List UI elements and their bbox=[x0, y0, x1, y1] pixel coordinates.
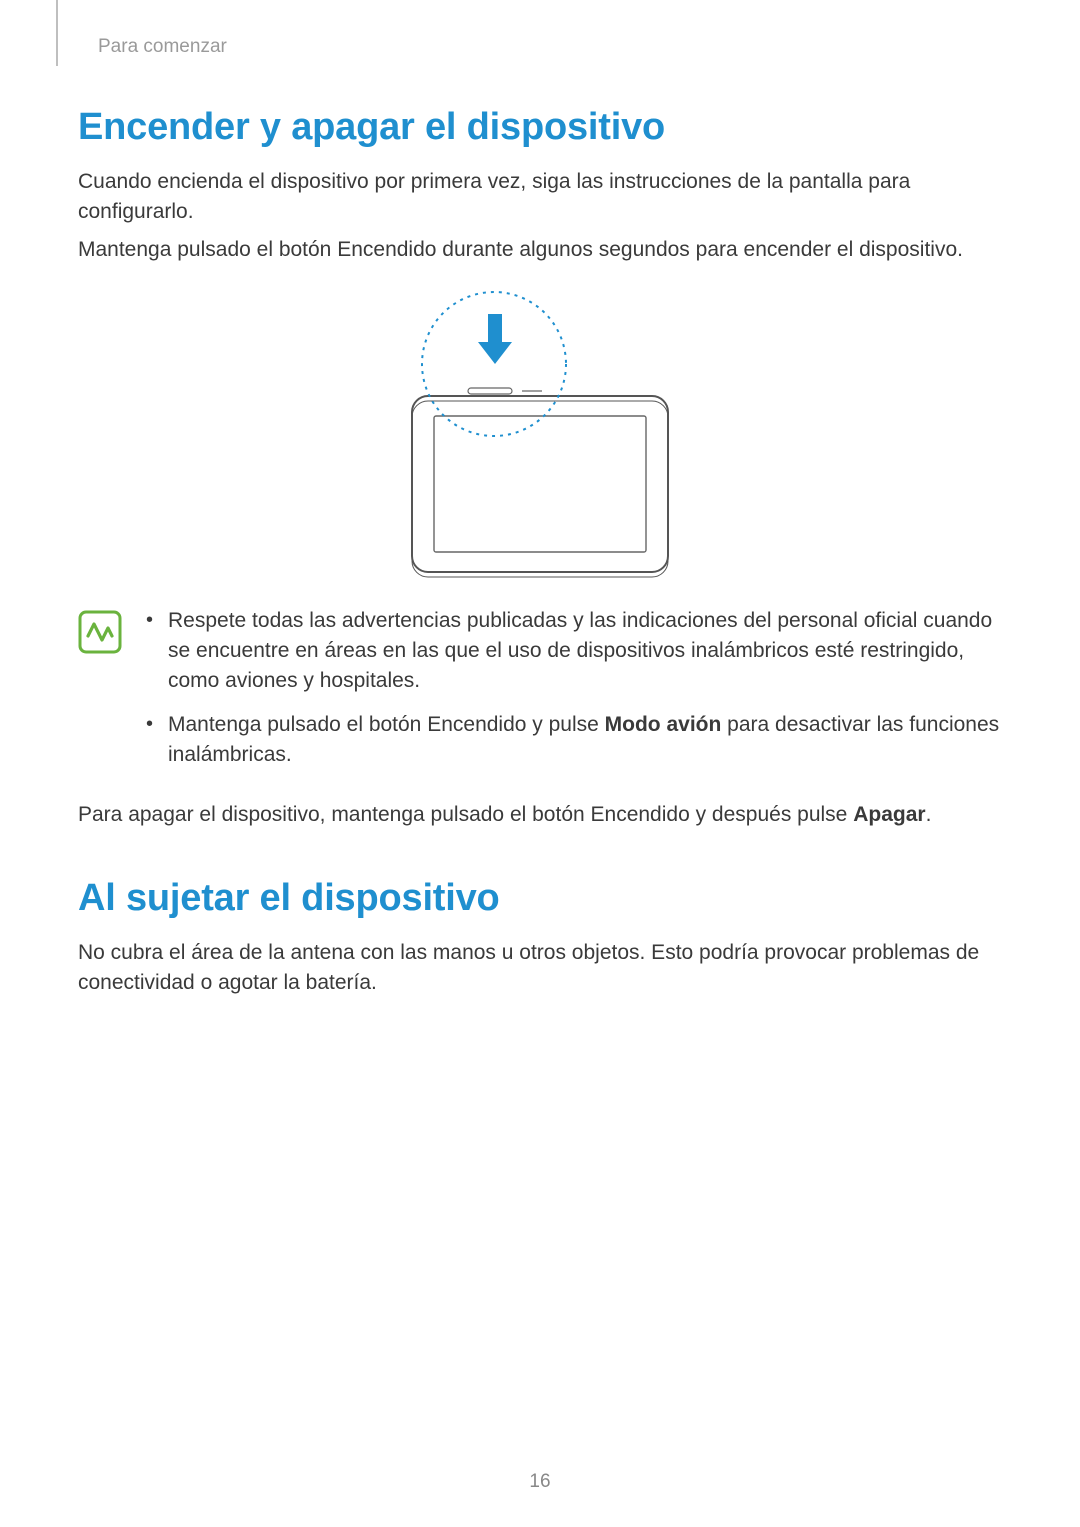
figure-power-on bbox=[78, 290, 1002, 580]
section-label: Para comenzar bbox=[98, 36, 1002, 58]
paragraph: Mantenga pulsado el botón Encendido dura… bbox=[78, 235, 1002, 265]
note-bullet: Mantenga pulsado el botón Encendido y pu… bbox=[168, 710, 1002, 770]
note-icon bbox=[78, 610, 122, 659]
paragraph: Para apagar el dispositivo, mantenga pul… bbox=[78, 800, 1002, 830]
text: Para apagar el dispositivo, mantenga pul… bbox=[78, 803, 853, 826]
page-number: 16 bbox=[0, 1471, 1080, 1493]
note-text: Respete todas las advertencias publicada… bbox=[168, 609, 992, 692]
manual-page: Para comenzar Encender y apagar el dispo… bbox=[0, 0, 1080, 1527]
paragraph: Cuando encienda el dispositivo por prime… bbox=[78, 167, 1002, 227]
paragraph: No cubra el área de la antena con las ma… bbox=[78, 938, 1002, 998]
note-bullet: Respete todas las advertencias publicada… bbox=[168, 606, 1002, 695]
text: . bbox=[926, 803, 932, 826]
heading-hold: Al sujetar el dispositivo bbox=[78, 877, 1002, 920]
note-text: Mantenga pulsado el botón Encendido y pu… bbox=[168, 713, 605, 736]
header-rule bbox=[56, 0, 58, 66]
heading-power: Encender y apagar el dispositivo bbox=[78, 106, 1002, 149]
tablet-power-illustration-icon bbox=[390, 290, 690, 580]
note-bold: Modo avión bbox=[605, 713, 722, 736]
arrow-down-icon bbox=[478, 314, 512, 364]
note-block: Respete todas las advertencias publicada… bbox=[78, 606, 1002, 783]
text-bold: Apagar bbox=[853, 803, 925, 826]
